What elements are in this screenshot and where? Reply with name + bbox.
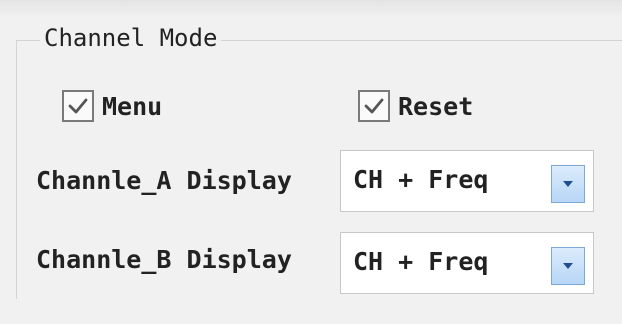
check-icon xyxy=(68,98,88,114)
top-shadow xyxy=(0,0,622,18)
menu-checkbox-row[interactable]: Menu xyxy=(62,90,162,122)
channel-a-display-label: Channle_A Display xyxy=(36,166,292,195)
channel-b-selected-value: CH + Freq xyxy=(353,247,489,276)
check-icon xyxy=(364,98,384,114)
channel-b-display-select[interactable]: CH + Freq xyxy=(340,232,594,294)
channel-b-display-label: Channle_B Display xyxy=(36,245,292,274)
chevron-down-icon xyxy=(563,181,573,187)
reset-checkbox-label: Reset xyxy=(398,91,474,121)
menu-checkbox-label: Menu xyxy=(102,91,163,121)
channel-a-selected-value: CH + Freq xyxy=(353,165,489,194)
group-title: Channel Mode xyxy=(40,22,222,54)
menu-checkbox[interactable] xyxy=(62,90,94,122)
channel-a-dropdown-button[interactable] xyxy=(551,165,585,203)
channel-a-display-select[interactable]: CH + Freq xyxy=(340,150,594,212)
channel-mode-panel: Channel Mode Menu Reset Channle_A Displa… xyxy=(0,0,622,324)
chevron-down-icon xyxy=(563,263,573,269)
reset-checkbox[interactable] xyxy=(358,90,390,122)
reset-checkbox-row[interactable]: Reset xyxy=(358,90,473,122)
channel-b-dropdown-button[interactable] xyxy=(551,247,585,285)
